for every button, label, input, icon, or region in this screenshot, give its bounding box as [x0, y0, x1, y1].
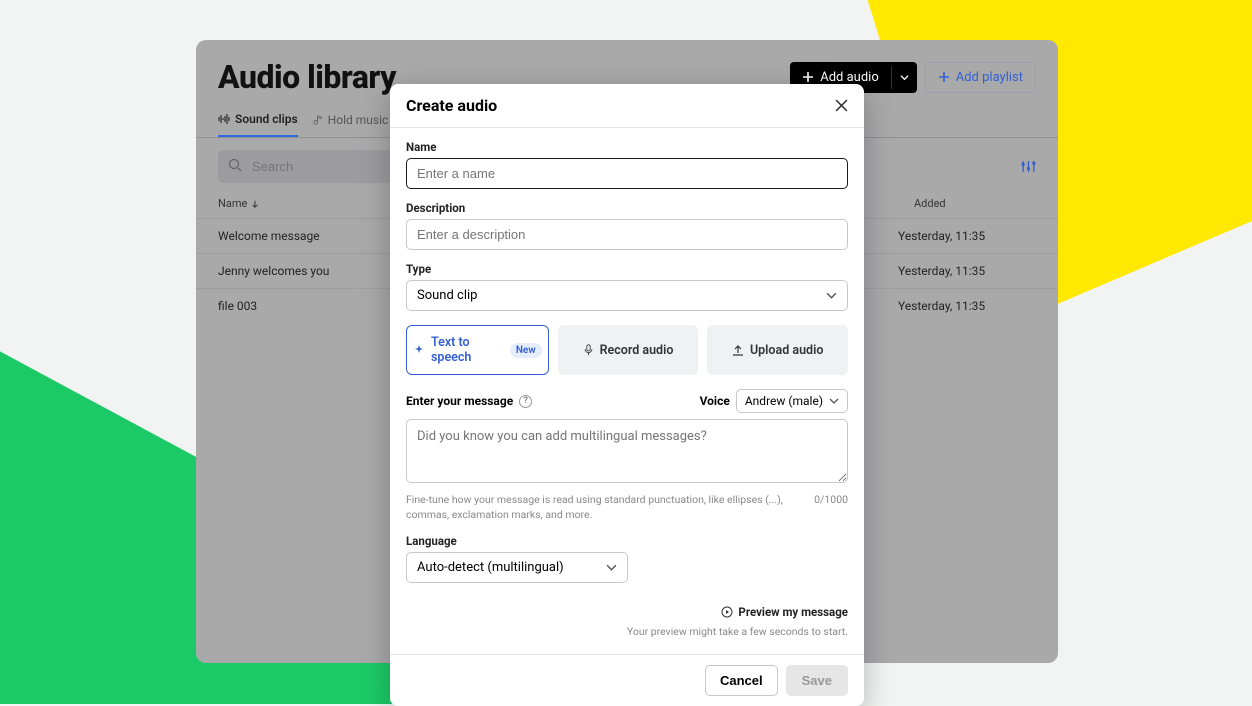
cancel-button[interactable]: Cancel: [705, 665, 778, 696]
voice-value: Andrew (male): [745, 394, 823, 408]
add-playlist-button[interactable]: Add playlist: [925, 62, 1036, 93]
row-added: Yesterday, 11:35: [898, 229, 1036, 243]
add-audio-label: Add audio: [820, 70, 879, 85]
preview-label: Preview my message: [738, 605, 848, 619]
mode-upload-audio[interactable]: Upload audio: [707, 325, 848, 375]
description-input[interactable]: [406, 219, 848, 250]
tab-sound-clips[interactable]: Sound clips: [218, 106, 298, 137]
mode-tts-label: Text to speech: [431, 335, 504, 365]
plus-icon: [802, 71, 814, 83]
char-count: 0/1000: [814, 493, 848, 522]
soundwave-icon: [218, 113, 230, 125]
page-title: Audio library: [218, 58, 396, 96]
message-textarea[interactable]: [406, 419, 848, 483]
chevron-down-icon: [606, 562, 617, 573]
language-label: Language: [406, 534, 848, 548]
language-value: Auto-detect (multilingual): [417, 560, 564, 575]
message-label: Enter your message: [406, 394, 513, 408]
save-button[interactable]: Save: [786, 665, 848, 696]
message-hint: Fine-tune how your message is read using…: [406, 493, 800, 522]
chevron-down-icon: [829, 396, 839, 406]
mode-record-audio[interactable]: Record audio: [558, 325, 699, 375]
sparkle-icon: [413, 344, 425, 356]
upload-icon: [732, 344, 744, 356]
tab-hold-music-label: Hold music: [328, 113, 389, 127]
row-added: Yesterday, 11:35: [898, 299, 1036, 313]
arrow-down-icon: [251, 200, 259, 208]
tab-hold-music[interactable]: Hold music: [312, 106, 389, 137]
col-added-header[interactable]: Added: [914, 197, 1036, 210]
plus-icon: [938, 71, 950, 83]
type-select[interactable]: Sound clip: [406, 280, 848, 311]
tab-sound-clips-label: Sound clips: [235, 112, 298, 126]
music-note-icon: [312, 115, 323, 126]
add-playlist-label: Add playlist: [956, 70, 1023, 85]
language-select[interactable]: Auto-detect (multilingual): [406, 552, 628, 583]
add-audio-dropdown[interactable]: [891, 66, 917, 89]
play-icon: [721, 606, 733, 618]
create-audio-modal: Create audio Name Description Type Sound…: [390, 84, 864, 706]
search-icon: [228, 158, 242, 172]
preview-button[interactable]: Preview my message: [721, 605, 848, 619]
type-label: Type: [406, 262, 848, 276]
row-added: Yesterday, 11:35: [898, 264, 1036, 278]
name-input[interactable]: [406, 158, 848, 189]
new-badge: New: [510, 343, 542, 358]
microphone-icon: [583, 344, 594, 356]
mode-record-label: Record audio: [600, 343, 674, 358]
close-icon: [835, 99, 848, 112]
mode-upload-label: Upload audio: [750, 343, 823, 358]
help-icon[interactable]: ?: [519, 395, 532, 408]
chevron-down-icon: [826, 290, 837, 301]
filter-icon[interactable]: [1021, 159, 1036, 174]
close-button[interactable]: [835, 99, 848, 112]
modal-title: Create audio: [406, 96, 497, 115]
chevron-down-icon: [900, 73, 909, 82]
mode-text-to-speech[interactable]: Text to speech New: [406, 325, 549, 375]
voice-label: Voice: [700, 394, 730, 408]
name-label: Name: [406, 140, 848, 154]
type-value: Sound clip: [417, 288, 477, 303]
description-label: Description: [406, 201, 848, 215]
preview-sub: Your preview might take a few seconds to…: [406, 625, 848, 638]
voice-select[interactable]: Andrew (male): [736, 389, 848, 413]
